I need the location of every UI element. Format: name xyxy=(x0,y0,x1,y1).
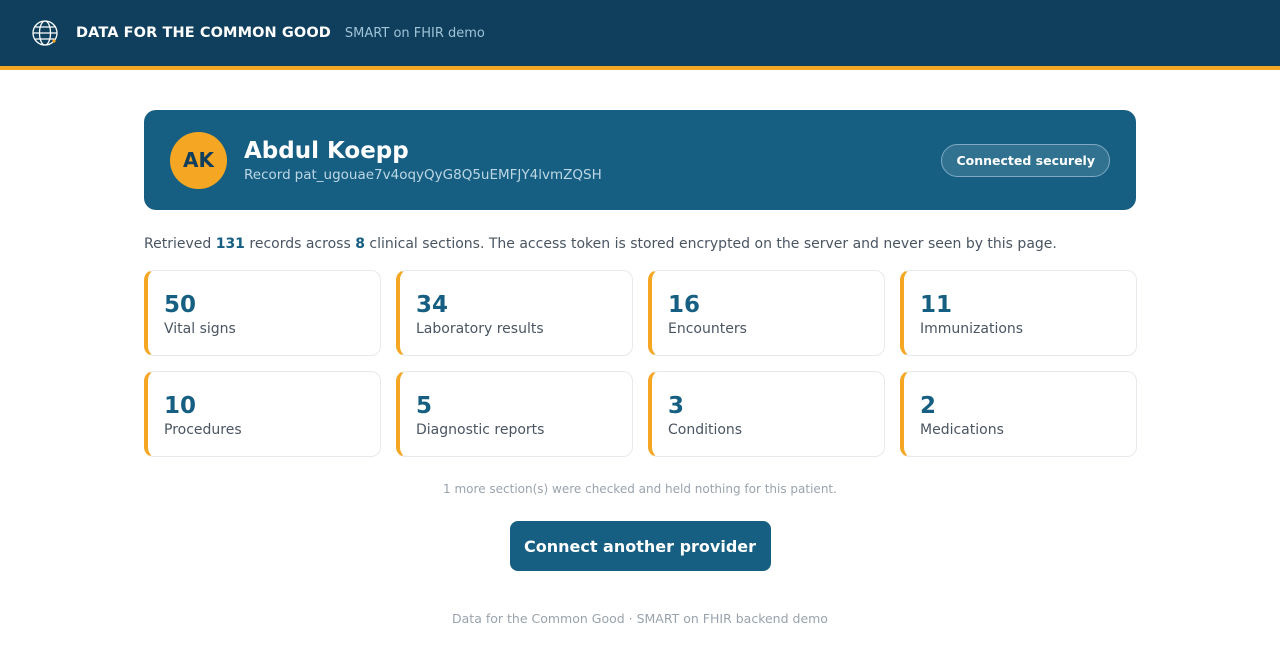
patient-record: Record pat_ugouae7v4oqyQyG8Q5uEMFJY4lvmZQ… xyxy=(244,167,602,183)
connection-status-badge: Connected securely xyxy=(941,144,1110,177)
section-tile-vital-signs: 50 Vital signs xyxy=(144,270,381,356)
section-label: Immunizations xyxy=(920,321,1024,337)
section-count: 2 xyxy=(920,393,937,419)
section-label: Laboratory results xyxy=(416,321,544,337)
brand-title: DATA FOR THE COMMON GOOD xyxy=(76,25,331,41)
section-count: 16 xyxy=(668,292,701,318)
connect-another-provider-button[interactable]: Connect another provider xyxy=(509,521,771,571)
summary-middle: records across xyxy=(249,236,351,252)
cta-wrapper: Connect another provider xyxy=(144,521,1136,571)
section-count: 50 xyxy=(164,292,197,318)
section-count: 34 xyxy=(416,292,449,318)
section-label: Procedures xyxy=(164,422,242,438)
record-label: Record xyxy=(244,167,291,183)
retrieval-summary: Retrieved 131 records across 8 clinical … xyxy=(144,236,1136,252)
section-tile-laboratory-results: 34 Laboratory results xyxy=(396,270,633,356)
section-tile-diagnostic-reports: 5 Diagnostic reports xyxy=(396,371,633,457)
section-count: 10 xyxy=(164,393,197,419)
section-label: Diagnostic reports xyxy=(416,422,545,438)
section-tile-medications: 2 Medications xyxy=(900,371,1137,457)
record-id: pat_ugouae7v4oqyQyG8Q5uEMFJY4lvmZQSH xyxy=(294,167,602,183)
summary-record-count: 131 xyxy=(215,236,245,252)
summary-prefix: Retrieved xyxy=(144,236,212,252)
avatar: AK xyxy=(170,131,227,189)
summary-suffix: clinical sections. The access token is s… xyxy=(369,236,1057,252)
empty-sections-note: 1 more section(s) were checked and held … xyxy=(443,482,837,496)
page-footer: Data for the Common Good · SMART on FHIR… xyxy=(452,611,828,626)
section-label: Conditions xyxy=(668,422,743,438)
section-label: Medications xyxy=(920,422,1004,438)
top-navigation-bar: DATA FOR THE COMMON GOOD SMART on FHIR d… xyxy=(0,0,1280,70)
section-tile-procedures: 10 Procedures xyxy=(144,371,381,457)
section-label: Vital signs xyxy=(164,321,236,337)
section-count: 11 xyxy=(920,292,953,318)
patient-name: Abdul Koepp xyxy=(244,138,409,164)
patient-card: AK Abdul Koepp Record pat_ugouae7v4oqyQyG… xyxy=(144,110,1136,210)
summary-section-count: 8 xyxy=(355,236,365,252)
section-tile-conditions: 3 Conditions xyxy=(648,371,885,457)
main-content: AK Abdul Koepp Record pat_ugouae7v4oqyQyG… xyxy=(144,110,1137,626)
section-label: Encounters xyxy=(668,321,747,337)
section-count: 3 xyxy=(668,393,685,419)
globe-icon xyxy=(30,18,60,48)
patient-info: Abdul Koepp Record pat_ugouae7v4oqyQyG8Q5… xyxy=(244,137,602,183)
brand-subtitle: SMART on FHIR demo xyxy=(344,25,485,41)
section-count: 5 xyxy=(416,393,433,419)
section-tile-encounters: 16 Encounters xyxy=(648,270,885,356)
section-grid: 50 Vital signs 34 Laboratory results 16 … xyxy=(144,270,1137,457)
section-tile-immunizations: 11 Immunizations xyxy=(900,270,1137,356)
